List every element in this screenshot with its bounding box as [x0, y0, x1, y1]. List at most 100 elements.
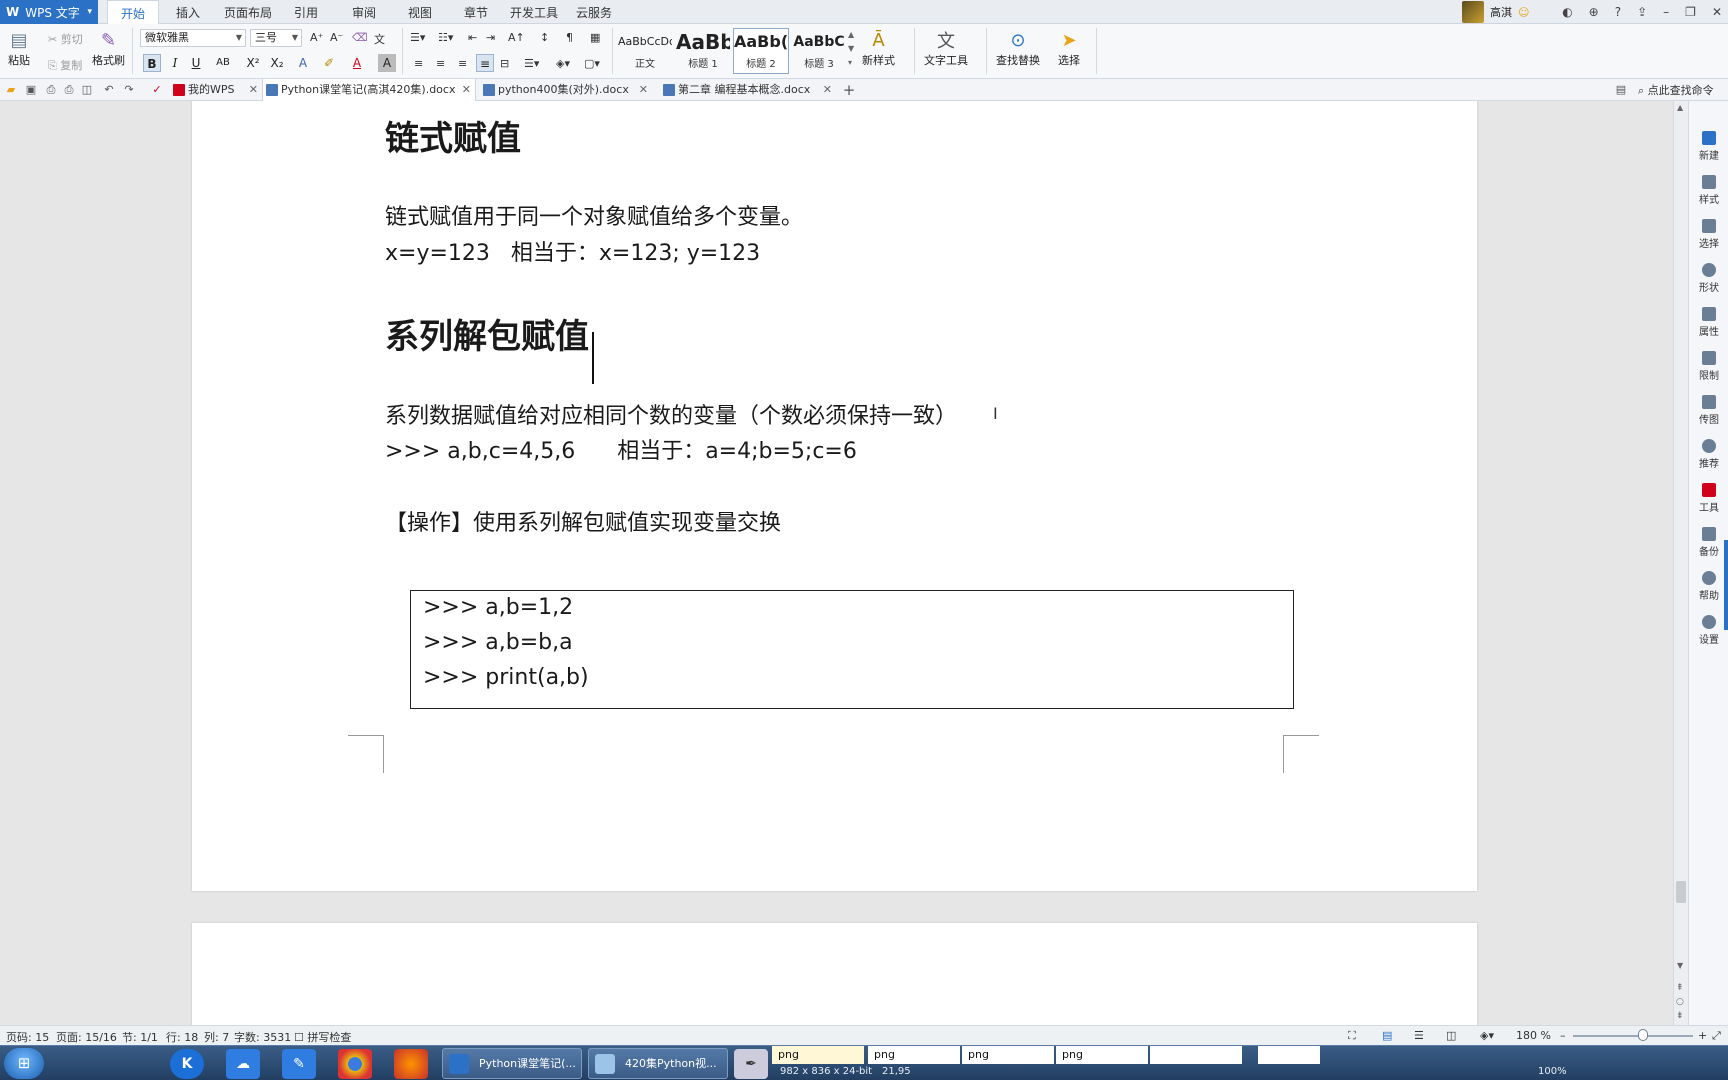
superscript-button[interactable]: X² [244, 54, 262, 72]
line-spacing-icon[interactable]: ☰▾ [524, 57, 539, 70]
pen-tool-icon[interactable]: ✒ [734, 1049, 768, 1079]
clear-format-icon[interactable]: ⌫ [352, 31, 368, 44]
doc-tab-chapter2[interactable]: 第二章 编程基本概念.docx ✕ [660, 79, 836, 101]
scroll-up-icon[interactable]: ▲ [1677, 103, 1683, 112]
show-marks-icon[interactable]: ¶ [566, 31, 573, 44]
underline-button[interactable]: U [187, 54, 205, 72]
paragraph[interactable]: >>> a,b,c=4,5,6 相当于：a=4;b=5;c=6 [385, 433, 857, 465]
subscript-button[interactable]: X₂ [268, 54, 286, 72]
close-icon[interactable]: ✕ [639, 79, 648, 101]
tab-home[interactable]: 开始 [107, 0, 159, 25]
find-replace-button[interactable]: ⊙ 查找替换 [996, 28, 1040, 68]
bold-button[interactable]: B [143, 54, 161, 72]
outline-view-icon[interactable]: ☰ [1414, 1029, 1424, 1042]
paragraph[interactable]: 链式赋值用于同一个对象赋值给多个变量。 [385, 199, 803, 231]
font-size-select[interactable]: 三号 ▼ [250, 29, 302, 47]
zoom-slider[interactable] [1573, 1035, 1693, 1037]
chrome-icon[interactable] [338, 1049, 372, 1079]
zoom-slider-handle[interactable] [1638, 1029, 1648, 1041]
export-pdf-icon[interactable]: ⎙ [44, 83, 58, 97]
fit-window-icon[interactable]: ⤢ [1712, 1029, 1721, 1043]
undo-icon[interactable]: ↶ [102, 83, 116, 97]
scroll-thumb[interactable] [1676, 881, 1686, 903]
new-tab-icon[interactable]: + [842, 83, 856, 98]
page[interactable] [192, 923, 1477, 1035]
zoom-in-icon[interactable]: + [1698, 1029, 1707, 1042]
page-view-icon[interactable]: ▤ [1382, 1029, 1392, 1042]
bullet-list-icon[interactable]: ☰▾ [410, 31, 425, 44]
sidebar-item-properties[interactable]: 属性 [1689, 307, 1728, 338]
numbered-list-icon[interactable]: ☷▾ [438, 31, 453, 44]
tab-view[interactable]: 视图 [400, 0, 440, 24]
tab-insert[interactable]: 插入 [166, 0, 210, 24]
code-line[interactable]: >>> a,b=b,a [423, 630, 573, 655]
select-button[interactable]: ➤ 选择 [1056, 28, 1082, 68]
scroll-down-icon[interactable]: ▼ [1677, 961, 1683, 970]
increase-indent-icon[interactable]: ⇥ [486, 31, 495, 44]
text-effect-icon[interactable]: A [294, 54, 312, 72]
tab-review[interactable]: 审阅 [344, 0, 384, 24]
document-area[interactable]: 链式赋值 链式赋值用于同一个对象赋值给多个变量。 x=y=123 相当于：x=1… [0, 101, 1673, 1035]
feedback-icon[interactable]: ⊕ [1589, 5, 1599, 19]
kugou-icon[interactable]: K [170, 1049, 204, 1079]
style-scroll-icon[interactable]: ▲ ▼ ▾ [848, 28, 854, 70]
maximize-icon[interactable]: ❐ [1685, 5, 1696, 19]
sidebar-item-style[interactable]: 样式 [1689, 175, 1728, 206]
spell-check-toggle[interactable]: ☐ 拼写检查 [294, 1029, 351, 1045]
copy-button[interactable]: ⎘ 复制 [48, 57, 82, 73]
close-icon[interactable]: ✕ [1712, 5, 1722, 19]
command-search[interactable]: ⌕ 点此查找命令 [1638, 82, 1714, 98]
style-heading-1[interactable]: AaBb 标题 1 [675, 28, 731, 74]
doc-tab-python-notes[interactable]: Python课堂笔记(高淇420集).docx ✕ [262, 79, 476, 101]
align-left-icon[interactable]: ≡ [414, 57, 423, 70]
open-icon[interactable]: ▰ [4, 83, 18, 97]
wps-app-menu-button[interactable]: W WPS 文字 ▾ [0, 0, 98, 24]
shrink-font-icon[interactable]: A⁻ [330, 31, 343, 44]
style-normal[interactable]: AaBbCcDd 正文 [617, 28, 673, 74]
text-direction-icon[interactable]: A↑ [508, 31, 525, 44]
distribute-icon[interactable]: ⊟ [500, 57, 509, 70]
italic-button[interactable]: I [166, 54, 184, 72]
page[interactable]: 链式赋值 链式赋值用于同一个对象赋值给多个变量。 x=y=123 相当于：x=1… [192, 101, 1477, 891]
page-nav-icon[interactable]: ⇞ ○ ⇟ [1676, 981, 1684, 1023]
skin-icon[interactable]: ◐ [1562, 5, 1572, 19]
tab-references[interactable]: 引用 [286, 0, 326, 24]
sort-icon[interactable]: ↕ [540, 31, 549, 44]
cut-button[interactable]: ✂ 剪切 [48, 31, 83, 47]
tab-cloud[interactable]: 云服务 [572, 0, 616, 24]
sidebar-collapse-handle[interactable] [1724, 540, 1728, 630]
grow-font-icon[interactable]: A⁺ [310, 31, 323, 44]
justify-icon[interactable]: ≡ [476, 54, 494, 72]
doc-tab-my-wps[interactable]: 我的WPS ✕ [170, 79, 262, 101]
sidebar-item-restrict[interactable]: 限制 [1689, 351, 1728, 382]
style-heading-2[interactable]: AaBb( 标题 2 [733, 28, 789, 74]
sidebar-item-select[interactable]: 选择 [1689, 219, 1728, 250]
user-name[interactable]: 高淇 [1490, 4, 1512, 20]
image-thumbnail[interactable]: png [962, 1046, 1054, 1064]
save-icon[interactable]: ▣ [24, 83, 38, 97]
paragraph[interactable]: 系列数据赋值给对应相同个数的变量（个数必须保持一致） [385, 398, 957, 430]
sidebar-item-upload-image[interactable]: 传图 [1689, 395, 1728, 426]
code-line[interactable]: >>> a,b=1,2 [423, 595, 573, 620]
doc-tab-python400[interactable]: python400集(对外).docx ✕ [480, 79, 652, 101]
align-center-icon[interactable]: ≡ [436, 57, 445, 70]
sidebar-item-recommend[interactable]: 推荐 [1689, 439, 1728, 470]
close-icon[interactable]: ✕ [462, 79, 471, 101]
print-preview-icon[interactable]: ◫ [80, 83, 94, 97]
taskbar-window-wps[interactable]: Python课堂笔记(... [442, 1048, 582, 1079]
format-painter-button[interactable]: ✎ 格式刷 [92, 28, 125, 68]
image-thumbnail[interactable]: png [1056, 1046, 1148, 1064]
help-icon[interactable]: ? [1615, 5, 1621, 19]
restore-ribbon-icon[interactable]: ⇪ [1637, 5, 1647, 19]
start-button[interactable]: ⊞ [4, 1048, 44, 1079]
print-icon[interactable]: ⎙ [62, 83, 76, 97]
vertical-scrollbar[interactable]: ▲ ▼ ⇞ ○ ⇟ [1673, 101, 1688, 1035]
image-thumbnail[interactable]: png [772, 1046, 864, 1064]
highlight-icon[interactable]: ✐ [320, 54, 338, 72]
borders-icon[interactable]: ▢▾ [584, 57, 600, 70]
new-style-button[interactable]: Ā 新样式 [862, 28, 895, 68]
char-shading-icon[interactable]: A [378, 54, 396, 72]
sidebar-item-tools[interactable]: 工具 [1689, 483, 1728, 514]
shading-icon[interactable]: ◈▾ [556, 57, 570, 70]
tab-developer[interactable]: 开发工具 [508, 0, 560, 24]
